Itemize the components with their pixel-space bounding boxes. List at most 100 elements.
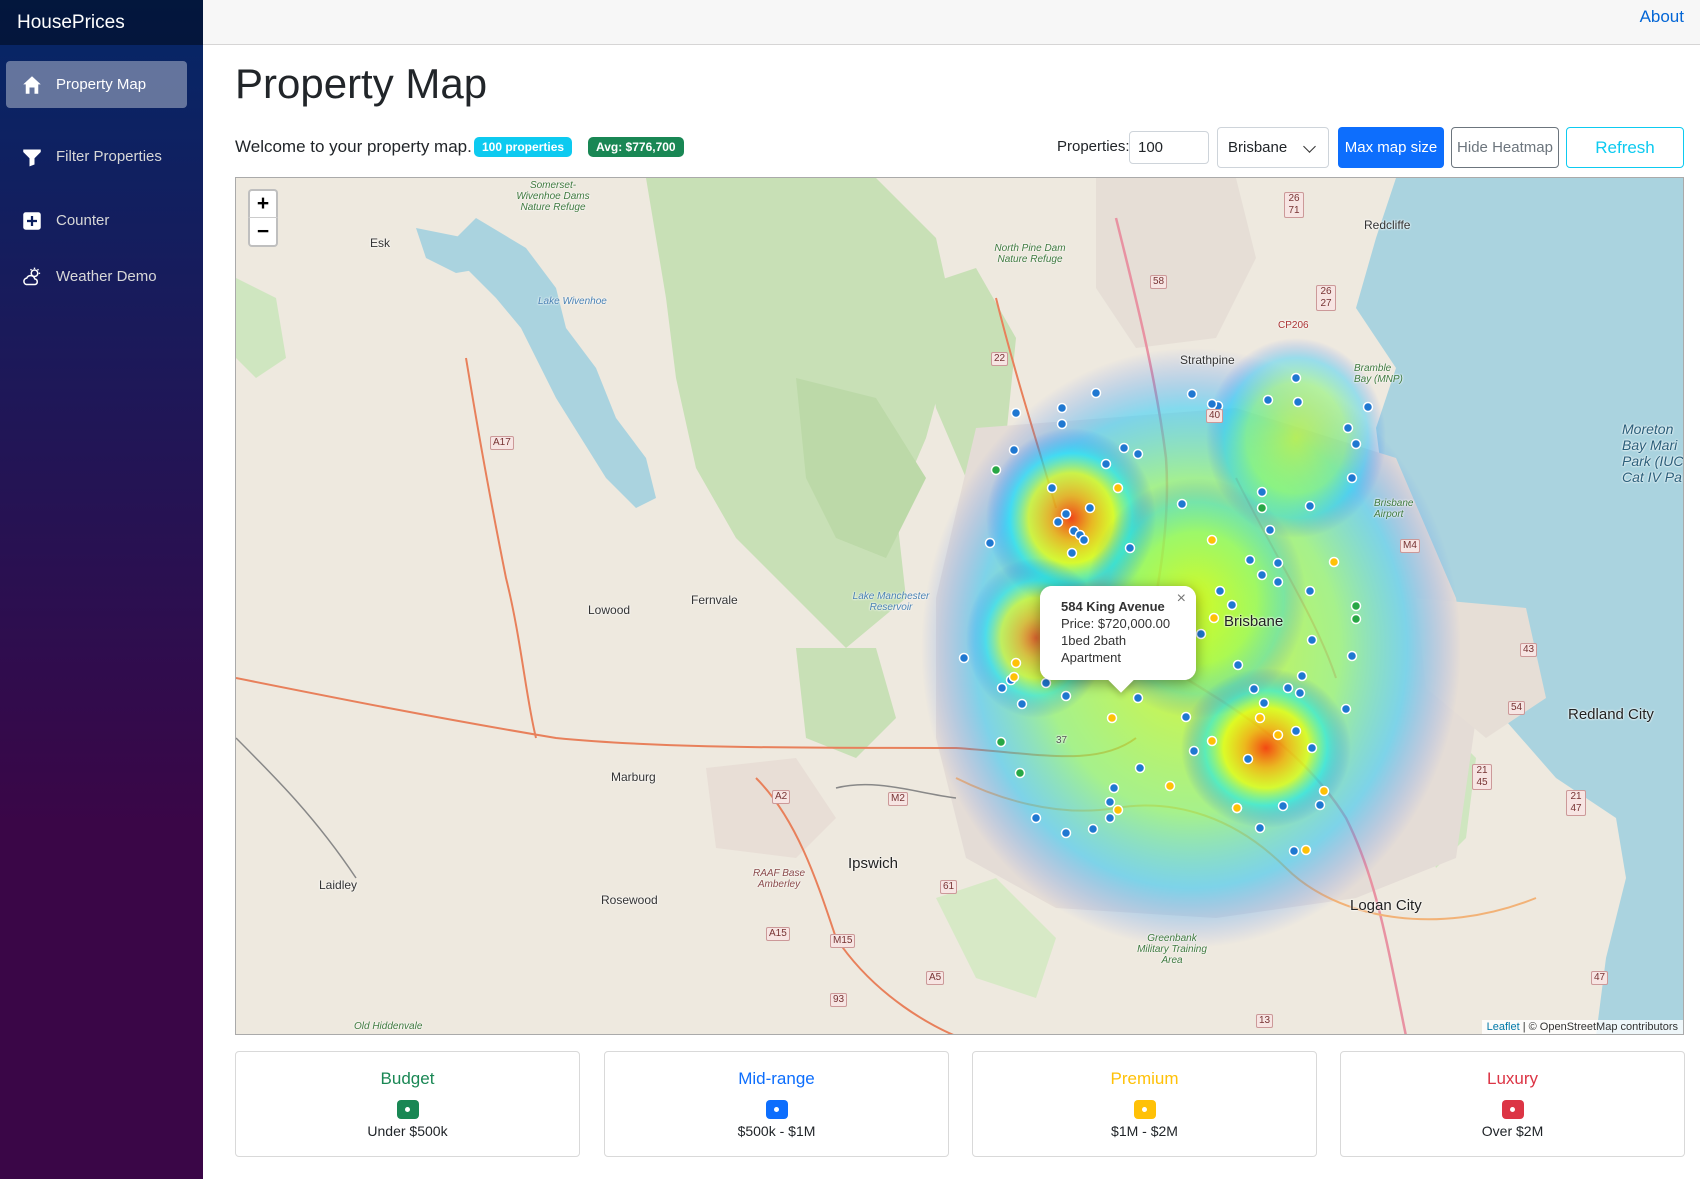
place-label: Redcliffe — [1364, 218, 1411, 232]
plus-square-icon — [23, 211, 41, 230]
road-shield: 47 — [1591, 971, 1609, 985]
legend-title: Luxury — [1486, 1069, 1539, 1088]
road-shield: M2 — [888, 792, 908, 806]
road-shield: A2 — [772, 790, 791, 804]
road-label: CP206 — [1278, 320, 1309, 331]
road-shield: 26 71 — [1284, 192, 1304, 218]
legend-marker-icon — [1133, 1100, 1156, 1119]
page-title: Property Map — [235, 60, 488, 107]
legend-title: Budget — [380, 1069, 435, 1088]
zoom-in-button[interactable]: + — [248, 189, 278, 218]
legend-card-luxury: Luxury Over $2M — [1340, 1051, 1685, 1157]
zoom-out-button[interactable]: − — [248, 218, 278, 247]
place-label: Somerset-Wivenhoe Dams Nature Refuge — [516, 180, 590, 213]
map-tiles — [236, 178, 1683, 1034]
legend-marker-icon — [1501, 1100, 1524, 1119]
place-label: RAAF Base Amberley — [752, 868, 806, 890]
city-select[interactable]: Brisbane — [1217, 127, 1329, 168]
road-shield: 93 — [830, 993, 848, 1007]
place-label: Redland City — [1568, 706, 1654, 723]
place-label: North Pine Dam Nature Refuge — [994, 243, 1066, 265]
average-price-badge: Avg: $776,700 — [588, 137, 684, 157]
legend-card-premium: Premium $1M - $2M — [972, 1051, 1317, 1157]
road-shield: 21 47 — [1566, 790, 1586, 816]
legend-range: Under $500k — [367, 1123, 448, 1139]
sidebar-item-counter[interactable]: Counter — [6, 197, 187, 244]
road-shield: 54 — [1508, 701, 1526, 715]
properties-label: Properties: — [1057, 138, 1130, 155]
place-label: Fernvale — [691, 593, 738, 607]
road-shield: A17 — [490, 436, 514, 450]
legend-range: $1M - $2M — [1111, 1123, 1178, 1139]
home-icon — [23, 75, 41, 94]
road-shield: 40 — [1206, 409, 1224, 423]
road-shield: 13 — [1256, 1014, 1274, 1028]
road-shield: A5 — [926, 971, 945, 985]
place-label: Lowood — [588, 603, 631, 617]
place-label: Moreton Bay Mari Park (IUC Cat IV Pa — [1622, 421, 1684, 485]
road-shield: A15 — [766, 927, 790, 941]
road-shield: 58 — [1150, 275, 1168, 289]
place-label: Greenbank Military Training Area — [1137, 933, 1207, 966]
sidebar-item-label: Property Map — [56, 76, 147, 93]
cloud-sun-icon — [23, 267, 41, 285]
place-label: Rosewood — [601, 893, 658, 907]
sidebar-item-filter-properties[interactable]: Filter Properties — [6, 133, 187, 180]
property-popup: 584 King Avenue Price: $720,000.00 1bed … — [1040, 586, 1196, 693]
about-link[interactable]: About — [1640, 7, 1684, 27]
sidebar-item-property-map[interactable]: Property Map — [6, 61, 187, 108]
place-label: Old Hiddenvale — [354, 1021, 423, 1032]
property-count-badge: 100 properties — [474, 137, 573, 157]
popup-price: Price: $720,000.00 — [1061, 616, 1171, 631]
place-label: Lake Manchester Reservoir — [852, 591, 930, 613]
close-icon[interactable]: × — [1177, 590, 1186, 607]
place-label: Strathpine — [1180, 353, 1235, 367]
funnel-icon — [23, 149, 41, 166]
place-label: Marburg — [611, 770, 656, 784]
road-shield: 43 — [1520, 643, 1538, 657]
legend-marker-icon — [396, 1100, 419, 1119]
properties-count-input[interactable] — [1129, 131, 1209, 164]
popup-bedbath: 1bed 2bath — [1061, 633, 1127, 648]
chevron-down-icon — [1303, 140, 1316, 153]
legend-title: Mid-range — [738, 1069, 815, 1088]
place-label: Ipswich — [848, 855, 899, 872]
road-shield: 22 — [991, 352, 1009, 366]
sidebar-item-label: Weather Demo — [56, 268, 157, 285]
hide-heatmap-button[interactable]: Hide Heatmap — [1451, 127, 1559, 168]
sidebar-item-weather-demo[interactable]: Weather Demo — [6, 253, 187, 300]
road-shield: 61 — [940, 880, 958, 894]
property-map[interactable]: + − Esk Lowood Fernvale Marburg Laidley … — [235, 177, 1684, 1035]
place-label: Logan City — [1350, 897, 1422, 914]
map-attribution: Leaflet | © OpenStreetMap contributors — [1481, 1020, 1683, 1034]
popup-type: Apartment — [1061, 650, 1121, 665]
road-shield: 21 45 — [1472, 764, 1492, 790]
osm-credit: | © OpenStreetMap contributors — [1519, 1021, 1678, 1033]
place-label: Brisbane Airport — [1374, 498, 1414, 520]
top-bar: About — [203, 0, 1700, 45]
sidebar-item-label: Filter Properties — [56, 148, 162, 165]
brand-logo[interactable]: HousePrices — [0, 0, 203, 45]
place-label: Brisbane — [1224, 613, 1284, 630]
road-label: 37 — [1056, 735, 1068, 746]
place-label: Lake Wivenhoe — [538, 296, 607, 307]
legend-range: $500k - $1M — [737, 1123, 816, 1139]
welcome-text: Welcome to your property map. — [235, 137, 472, 156]
refresh-button[interactable]: Refresh — [1566, 127, 1684, 168]
road-shield: 26 27 — [1316, 285, 1336, 311]
legend-title: Premium — [1110, 1069, 1179, 1088]
place-label: Esk — [370, 236, 391, 250]
sidebar: HousePrices Property Map Filter Properti… — [0, 0, 203, 1179]
legend-marker-icon — [765, 1100, 788, 1119]
road-shield: M15 — [830, 934, 856, 948]
road-shield: M4 — [1400, 539, 1420, 553]
place-label: Laidley — [319, 878, 358, 892]
legend-card-budget: Budget Under $500k — [235, 1051, 580, 1157]
legend-card-mid-range: Mid-range $500k - $1M — [604, 1051, 949, 1157]
max-map-size-button[interactable]: Max map size — [1338, 127, 1444, 168]
leaflet-link[interactable]: Leaflet — [1487, 1021, 1520, 1033]
city-select-value: Brisbane — [1228, 139, 1288, 156]
place-label: Bramble Bay (MNP) — [1354, 363, 1403, 385]
legend-range: Over $2M — [1481, 1123, 1544, 1139]
sidebar-item-label: Counter — [56, 212, 110, 229]
